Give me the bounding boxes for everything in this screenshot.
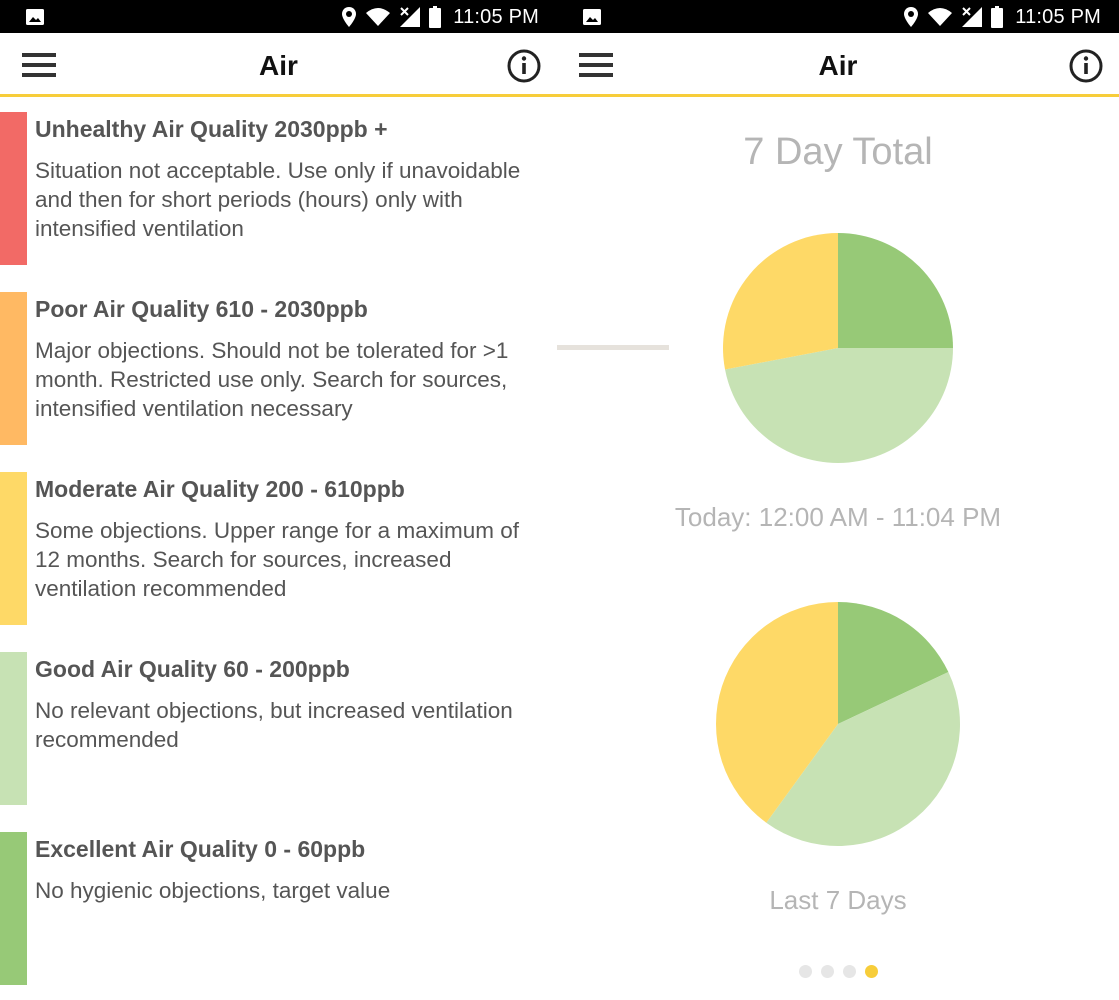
legend-description: Some objections. Upper range for a maxim… bbox=[35, 518, 519, 601]
app-title: Air bbox=[818, 50, 858, 81]
summary-screen[interactable]: 11:05 PM Air 7 Day Total Today: 12:00 AM… bbox=[557, 0, 1119, 1000]
status-clock: 11:05 PM bbox=[1015, 5, 1101, 28]
legend-heading: Moderate Air Quality 200 - 610ppb bbox=[35, 476, 405, 502]
status-clock: 11:05 PM bbox=[453, 5, 539, 28]
battery-icon bbox=[429, 6, 442, 28]
legend-swatch bbox=[0, 292, 27, 445]
legend-description: No relevant objections, but increased ve… bbox=[35, 698, 513, 752]
page-dot-2[interactable] bbox=[820, 965, 834, 978]
pie-chart-today bbox=[723, 233, 953, 463]
legend-swatch bbox=[0, 832, 27, 985]
gallery-notification-icon bbox=[26, 9, 44, 25]
legend-item-unhealthy: Unhealthy Air Quality 2030ppb + Situatio… bbox=[0, 112, 557, 292]
pie-slice-moderate bbox=[723, 233, 838, 370]
status-bar: 11:05 PM bbox=[557, 0, 1119, 33]
legend-swatch bbox=[0, 112, 27, 265]
legend-item-excellent: Excellent Air Quality 0 - 60ppb No hygie… bbox=[0, 832, 557, 1000]
legend-swatch bbox=[0, 652, 27, 805]
legend-item-moderate: Moderate Air Quality 200 - 610ppb Some o… bbox=[0, 472, 557, 652]
app-bar: Air bbox=[557, 33, 1119, 97]
info-icon[interactable] bbox=[507, 49, 541, 83]
page-indicator[interactable] bbox=[557, 965, 1119, 978]
legend-heading: Poor Air Quality 610 - 2030ppb bbox=[35, 296, 368, 322]
legend-heading: Unhealthy Air Quality 2030ppb + bbox=[35, 116, 388, 142]
legend-description: Situation not acceptable. Use only if un… bbox=[35, 158, 521, 241]
status-bar: 11:05 PM bbox=[0, 0, 557, 33]
legend-screen: 11:05 PM Air Unhealthy Air Quality 2030p… bbox=[0, 0, 557, 1000]
legend-description: Major objections. Should not be tolerate… bbox=[35, 338, 509, 421]
pie-slice-excellent bbox=[838, 233, 953, 348]
legend-swatch bbox=[0, 472, 27, 625]
gallery-notification-icon bbox=[583, 9, 601, 25]
swipe-edge-indicator bbox=[557, 345, 669, 350]
pie-caption-today: Today: 12:00 AM - 11:04 PM bbox=[674, 502, 1002, 532]
cell-signal-icon bbox=[400, 7, 421, 27]
cell-signal-icon bbox=[962, 7, 983, 27]
legend-heading: Excellent Air Quality 0 - 60ppb bbox=[35, 836, 366, 862]
page-dot-4[interactable] bbox=[864, 965, 878, 978]
info-icon[interactable] bbox=[1069, 49, 1103, 83]
legend-heading: Good Air Quality 60 - 200ppb bbox=[35, 656, 350, 682]
legend-item-good: Good Air Quality 60 - 200ppb No relevant… bbox=[0, 652, 557, 832]
page-dot-1[interactable] bbox=[798, 965, 812, 978]
legend-description: No hygienic objections, target value bbox=[35, 878, 391, 903]
battery-icon bbox=[991, 6, 1004, 28]
summary-title: 7 Day Total bbox=[743, 131, 933, 173]
legend-item-poor: Poor Air Quality 610 - 2030ppb Major obj… bbox=[0, 292, 557, 472]
pie-caption-last-7-days: Last 7 Days bbox=[769, 885, 907, 915]
location-icon bbox=[904, 7, 919, 27]
page-dot-3[interactable] bbox=[842, 965, 856, 978]
wifi-icon bbox=[928, 8, 953, 26]
location-icon bbox=[342, 7, 357, 27]
pie-slice-good bbox=[725, 348, 953, 463]
app-title: Air bbox=[259, 50, 298, 81]
pie-chart-last-7-days bbox=[716, 602, 960, 846]
air-quality-legend: Unhealthy Air Quality 2030ppb + Situatio… bbox=[0, 112, 557, 1000]
app-bar: Air bbox=[0, 33, 557, 97]
wifi-icon bbox=[366, 8, 391, 26]
